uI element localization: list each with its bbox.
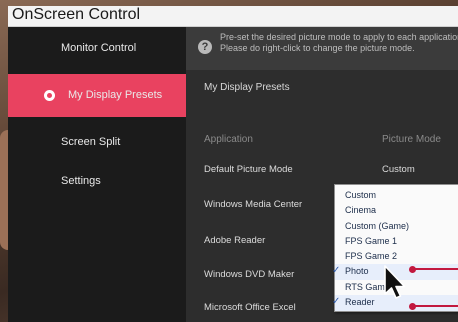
radio-selected-icon (44, 90, 55, 101)
sidebar: Monitor Control My Display Presets Scree… (8, 27, 186, 322)
window-title: OnScreen Control (12, 6, 141, 23)
dropdown-option-custom[interactable]: Custom (335, 188, 458, 204)
app-row-label[interactable]: Default Picture Mode (204, 164, 293, 175)
checkmark-icon: ✓ (332, 265, 341, 276)
app-row-label[interactable]: Windows DVD Maker (204, 269, 294, 280)
dropdown-option-custom-game[interactable]: Custom (Game) (335, 219, 458, 235)
dropdown-option-fps-game-1[interactable]: FPS Game 1 (335, 234, 458, 250)
info-line-2: Please do right-click to change the pict… (220, 43, 415, 53)
section-title: My Display Presets (204, 82, 290, 93)
mouse-cursor-icon (384, 265, 406, 299)
app-row-label[interactable]: Adobe Reader (204, 235, 265, 246)
dropdown-option-cinema[interactable]: Cinema (335, 203, 458, 219)
info-text: Pre-set the desired picture mode to appl… (220, 32, 458, 54)
sidebar-item-label: Settings (61, 175, 101, 187)
app-row-label[interactable]: Microsoft Office Excel (204, 302, 296, 313)
callout-line (414, 268, 458, 270)
app-row-label[interactable]: Windows Media Center (204, 199, 302, 210)
sidebar-item-monitor-control[interactable]: Monitor Control (8, 27, 186, 70)
picture-mode-value[interactable]: Custom (382, 164, 415, 175)
column-header-application: Application (204, 134, 253, 145)
sidebar-item-label: My Display Presets (68, 89, 163, 101)
info-bar: ? Pre-set the desired picture mode to ap… (186, 27, 458, 70)
callout-line (414, 305, 458, 307)
info-line-1: Pre-set the desired picture mode to appl… (220, 32, 458, 42)
checkmark-icon: ✓ (332, 296, 341, 307)
dropdown-option-fps-game-2[interactable]: FPS Game 2 (335, 249, 458, 265)
sidebar-item-label: Monitor Control (61, 42, 137, 54)
question-icon: ? (198, 40, 212, 54)
sidebar-item-label: Screen Split (61, 136, 121, 148)
title-bar[interactable]: OnScreen Control (8, 6, 458, 27)
column-header-picture-mode: Picture Mode (382, 134, 441, 145)
sidebar-item-screen-split[interactable]: Screen Split (8, 121, 186, 164)
sidebar-item-my-display-presets[interactable]: My Display Presets (8, 74, 186, 117)
sidebar-item-settings[interactable]: Settings (8, 160, 186, 203)
